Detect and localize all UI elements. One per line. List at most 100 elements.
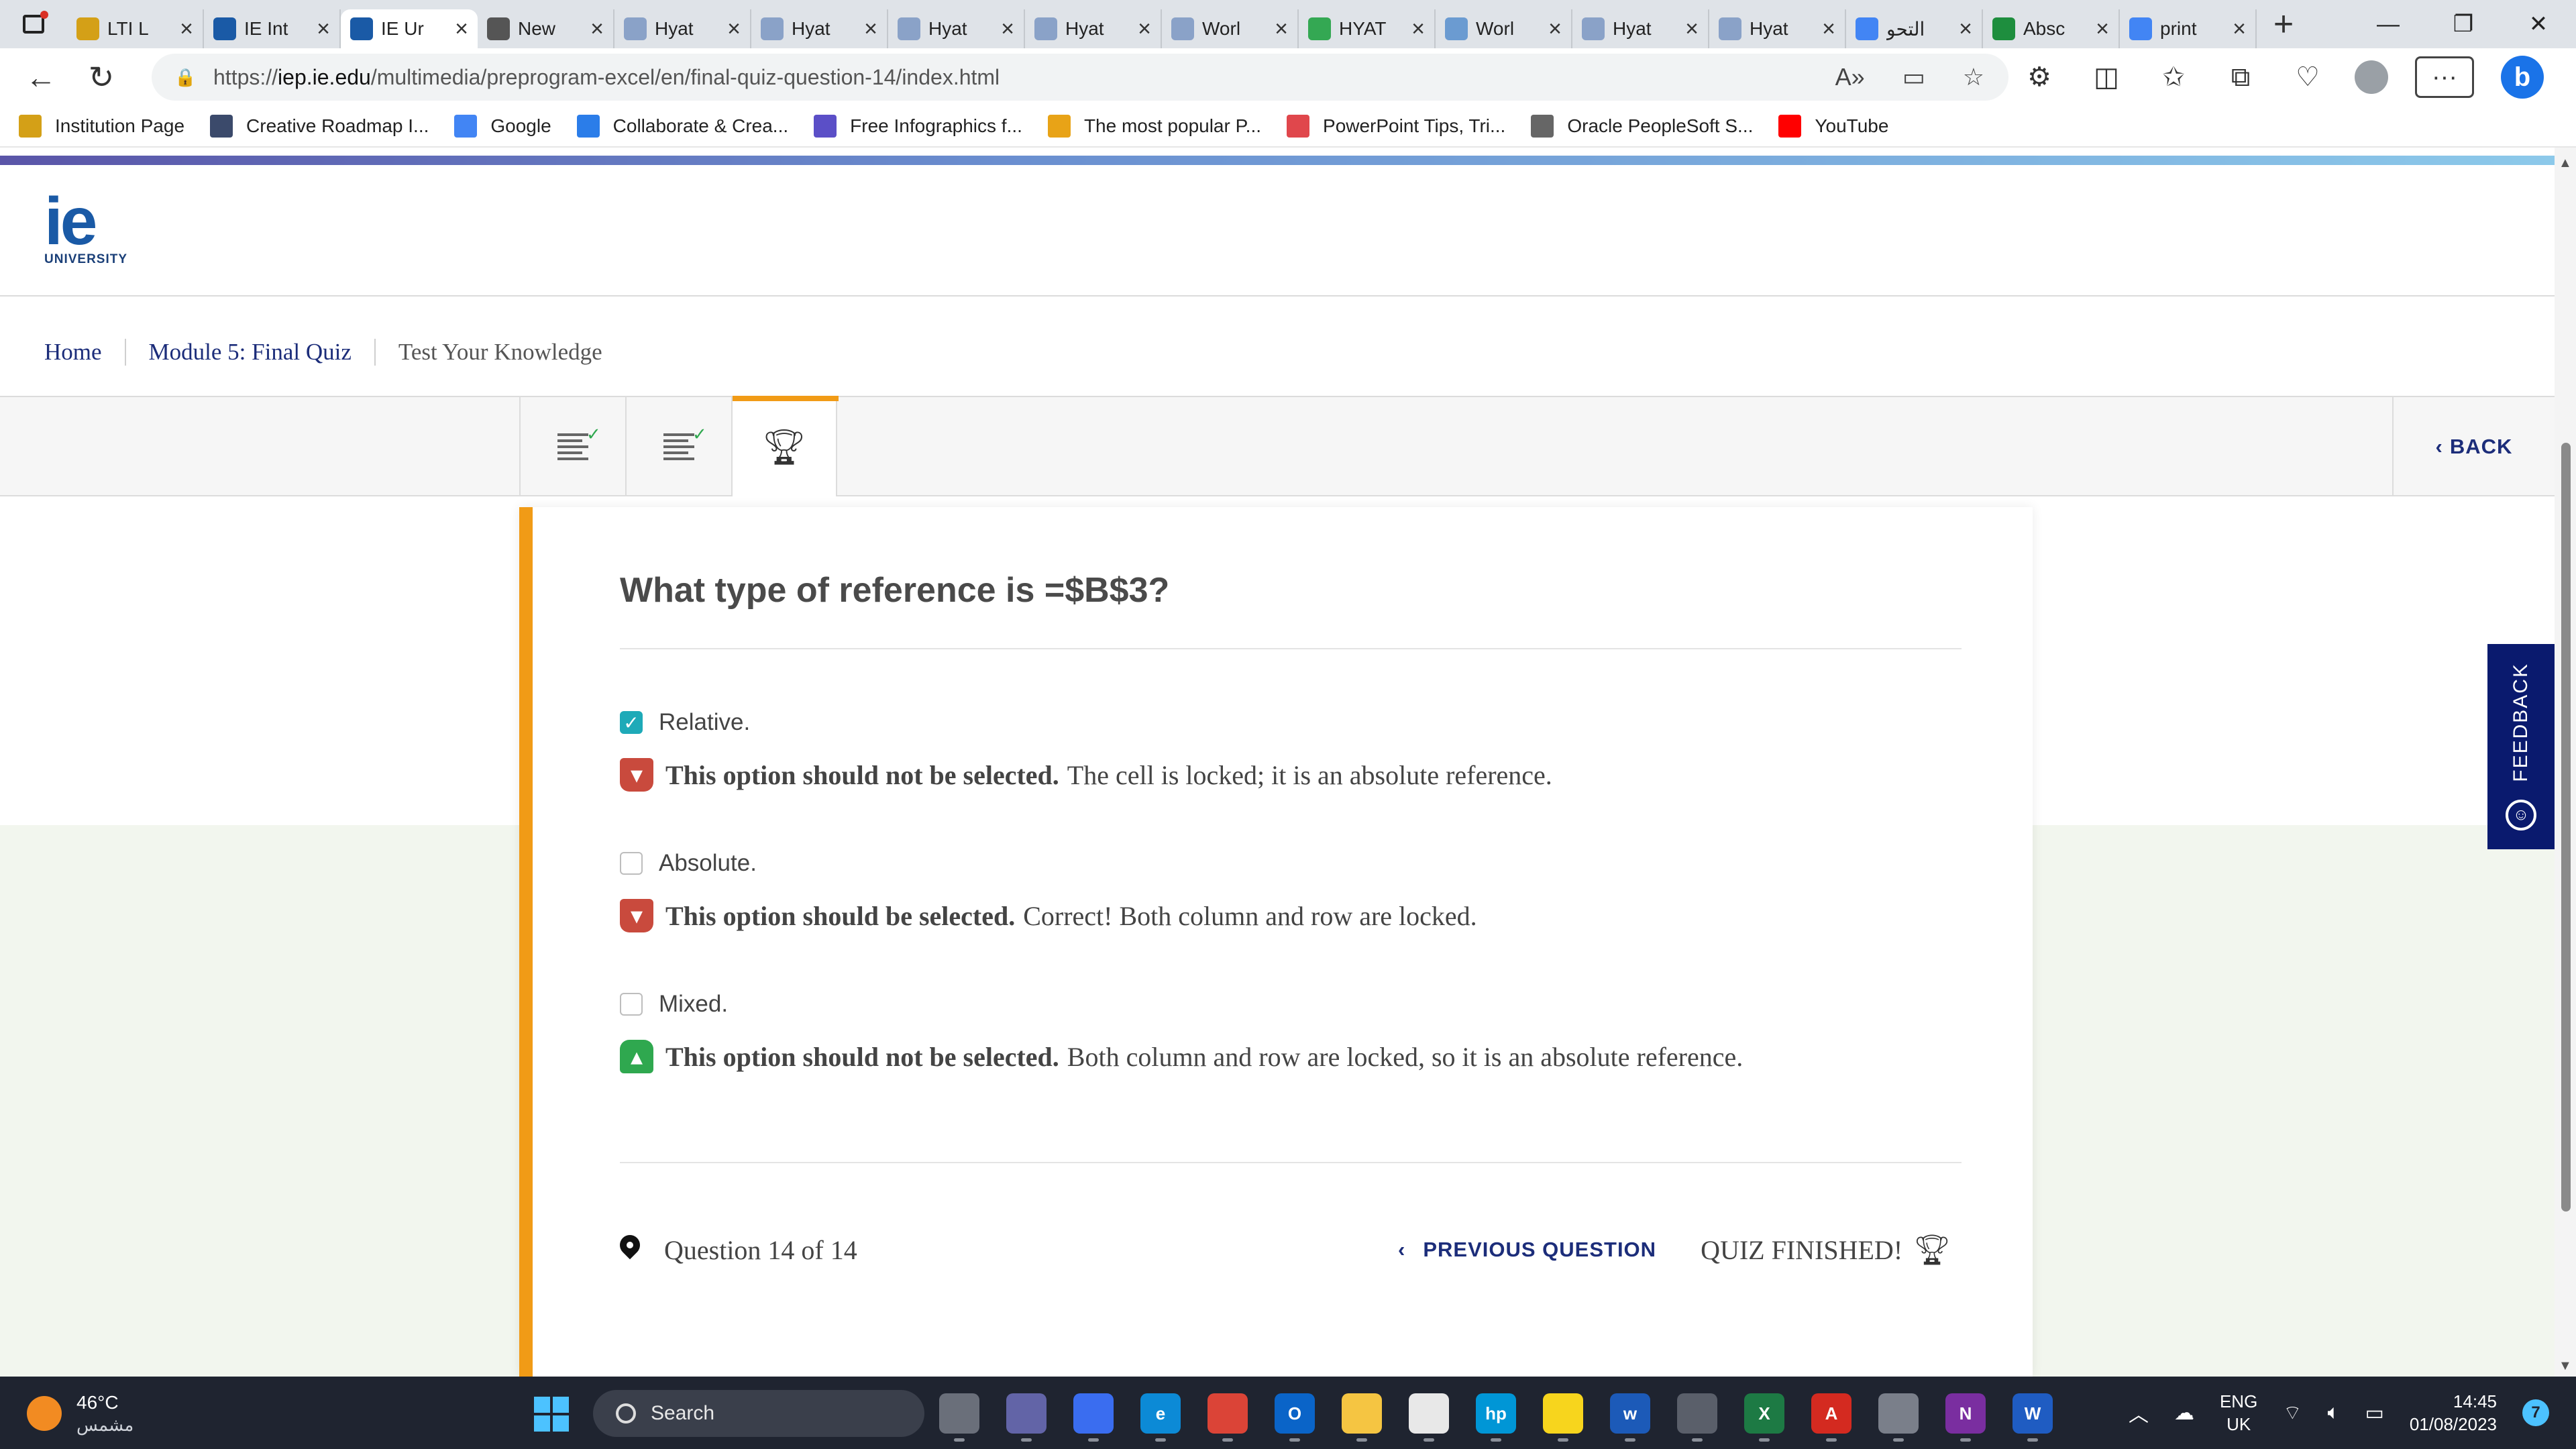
tab-close-icon[interactable]: ×: [455, 16, 468, 42]
ie-university-logo[interactable]: ie UNIVERSITY: [44, 188, 138, 267]
new-tab-button[interactable]: +: [2257, 0, 2310, 48]
notification-badge[interactable]: 7: [2522, 1399, 2549, 1426]
favorites-icon[interactable]: ✩: [2153, 62, 2194, 93]
more-options-icon[interactable]: ···: [2415, 56, 2474, 98]
bookmark-item[interactable]: Institution Page: [19, 115, 184, 138]
bookmark-item[interactable]: Google: [454, 115, 551, 138]
profile-avatar[interactable]: [2355, 60, 2388, 94]
refresh-icon[interactable]: ↻: [71, 48, 131, 106]
browser-tab[interactable]: Hyat ×: [1572, 9, 1709, 48]
tab-actions-icon[interactable]: [0, 0, 67, 48]
myhp-app-icon[interactable]: hp: [1476, 1393, 1516, 1442]
tab-close-icon[interactable]: ×: [864, 16, 877, 42]
tab-close-icon[interactable]: ×: [2096, 16, 2109, 42]
tab-close-icon[interactable]: ×: [727, 16, 741, 42]
bookmark-item[interactable]: PowerPoint Tips, Tri...: [1287, 115, 1505, 138]
tab-close-icon[interactable]: ×: [1001, 16, 1014, 42]
chrome-app-icon[interactable]: [1208, 1393, 1248, 1442]
chevron-up-icon[interactable]: ︿: [2129, 1398, 2149, 1428]
bing-copilot-icon[interactable]: b: [2501, 56, 2544, 99]
bookmark-item[interactable]: Oracle PeopleSoft S...: [1531, 115, 1753, 138]
previous-question-button[interactable]: ‹ PREVIOUS QUESTION: [1398, 1238, 1656, 1262]
breadcrumb-module[interactable]: Module 5: Final Quiz: [126, 339, 376, 366]
sticky-notes-app-icon[interactable]: [1543, 1393, 1583, 1442]
onenote-app-icon[interactable]: N: [1945, 1393, 1986, 1442]
bookmark-item[interactable]: The most popular P...: [1047, 115, 1261, 138]
browser-tab[interactable]: التحو ×: [1846, 9, 1983, 48]
language-indicator[interactable]: ENG UK: [2220, 1390, 2257, 1436]
word-app-icon[interactable]: W: [2012, 1393, 2053, 1442]
webex-app-icon[interactable]: w: [1610, 1393, 1650, 1442]
option-checkbox[interactable]: [620, 852, 643, 875]
wifi-icon[interactable]: ⌔: [2283, 1400, 2302, 1426]
scroll-down-icon[interactable]: ▼: [2559, 1358, 2572, 1374]
copilot-app-icon[interactable]: [1073, 1393, 1114, 1442]
calculator-app-icon[interactable]: [1677, 1393, 1717, 1442]
teams-app-icon[interactable]: [1006, 1393, 1046, 1442]
restore-button[interactable]: ❐: [2426, 0, 2501, 48]
browser-tab[interactable]: Hyat ×: [888, 9, 1025, 48]
clock[interactable]: 14:45 01/08/2023: [2410, 1390, 2497, 1436]
immersive-reader-icon[interactable]: ▭: [1902, 63, 1925, 91]
browser-tab[interactable]: IE Ur ×: [341, 9, 478, 48]
scrollbar-thumb[interactable]: [2561, 443, 2571, 1212]
browser-tab[interactable]: Hyat ×: [1709, 9, 1846, 48]
favorite-star-icon[interactable]: ☆: [1963, 63, 1984, 91]
tab-close-icon[interactable]: ×: [1275, 16, 1288, 42]
step-2-completed[interactable]: ✓: [625, 397, 731, 496]
step-3-quiz[interactable]: 🏆︎: [731, 396, 839, 496]
collections-icon[interactable]: ⧉: [2220, 62, 2261, 93]
read-aloud-icon[interactable]: A»: [1835, 63, 1865, 91]
tab-close-icon[interactable]: ×: [1822, 16, 1835, 42]
folder-app-icon[interactable]: [1342, 1393, 1382, 1442]
browser-tab[interactable]: LTI L ×: [67, 9, 204, 48]
browser-tab[interactable]: Hyat ×: [1025, 9, 1162, 48]
bookmark-item[interactable]: YouTube: [1778, 115, 1888, 138]
browser-tab[interactable]: Hyat ×: [614, 9, 751, 48]
browser-essentials-icon[interactable]: ♡: [2288, 62, 2328, 93]
onedrive-cloud-icon[interactable]: ☁: [2174, 1401, 2194, 1425]
step-1-completed[interactable]: ✓: [519, 397, 625, 496]
volume-icon[interactable]: 🔈︎: [2328, 1401, 2340, 1424]
file-explorer-app-icon[interactable]: [939, 1393, 979, 1442]
tab-close-icon[interactable]: ×: [1959, 16, 1972, 42]
browser-tab[interactable]: print ×: [2120, 9, 2257, 48]
option-checkbox[interactable]: [620, 993, 643, 1016]
minimize-button[interactable]: —: [2351, 0, 2426, 48]
taskbar-search[interactable]: Search: [593, 1390, 924, 1437]
page-scrollbar[interactable]: ▲ ▼: [2555, 148, 2576, 1377]
address-bar[interactable]: 🔒 https://iep.ie.edu/multimedia/preprogr…: [152, 54, 2008, 101]
edge-app-icon[interactable]: e: [1140, 1393, 1181, 1442]
tab-close-icon[interactable]: ×: [317, 16, 330, 42]
split-screen-icon[interactable]: ◫: [2086, 62, 2127, 93]
tab-close-icon[interactable]: ×: [1548, 16, 1562, 42]
windows-start-icon[interactable]: [534, 1397, 569, 1432]
snipping-app-icon[interactable]: [1878, 1393, 1919, 1442]
back-button[interactable]: ‹ BACK: [2392, 397, 2555, 496]
store-app-icon[interactable]: [1409, 1393, 1449, 1442]
battery-icon[interactable]: ▭: [2365, 1401, 2384, 1425]
browser-tab[interactable]: Worl ×: [1162, 9, 1299, 48]
feedback-tab[interactable]: FEEDBACK ☺: [2487, 644, 2555, 849]
tab-close-icon[interactable]: ×: [590, 16, 604, 42]
browser-tab[interactable]: HYAT ×: [1299, 9, 1436, 48]
breadcrumb-home[interactable]: Home: [44, 339, 126, 366]
close-window-button[interactable]: ✕: [2501, 0, 2576, 48]
browser-tab[interactable]: Absc ×: [1983, 9, 2120, 48]
bookmark-item[interactable]: Creative Roadmap I...: [210, 115, 429, 138]
bookmark-item[interactable]: Free Infographics f...: [814, 115, 1022, 138]
excel-app-icon[interactable]: X: [1744, 1393, 1784, 1442]
browser-tab[interactable]: Hyat ×: [751, 9, 888, 48]
lock-icon[interactable]: 🔒: [174, 67, 196, 87]
back-arrow-icon[interactable]: ←: [11, 48, 71, 106]
browser-tab[interactable]: New ×: [478, 9, 614, 48]
outlook-app-icon[interactable]: O: [1275, 1393, 1315, 1442]
acrobat-app-icon[interactable]: A: [1811, 1393, 1851, 1442]
tab-close-icon[interactable]: ×: [1411, 16, 1425, 42]
scroll-up-icon[interactable]: ▲: [2559, 156, 2572, 171]
bookmark-item[interactable]: Collaborate & Crea...: [576, 115, 788, 138]
browser-tab[interactable]: IE Int ×: [204, 9, 341, 48]
browser-tab[interactable]: Worl ×: [1436, 9, 1572, 48]
tab-close-icon[interactable]: ×: [1138, 16, 1151, 42]
extensions-icon[interactable]: ⚙: [2019, 62, 2059, 93]
